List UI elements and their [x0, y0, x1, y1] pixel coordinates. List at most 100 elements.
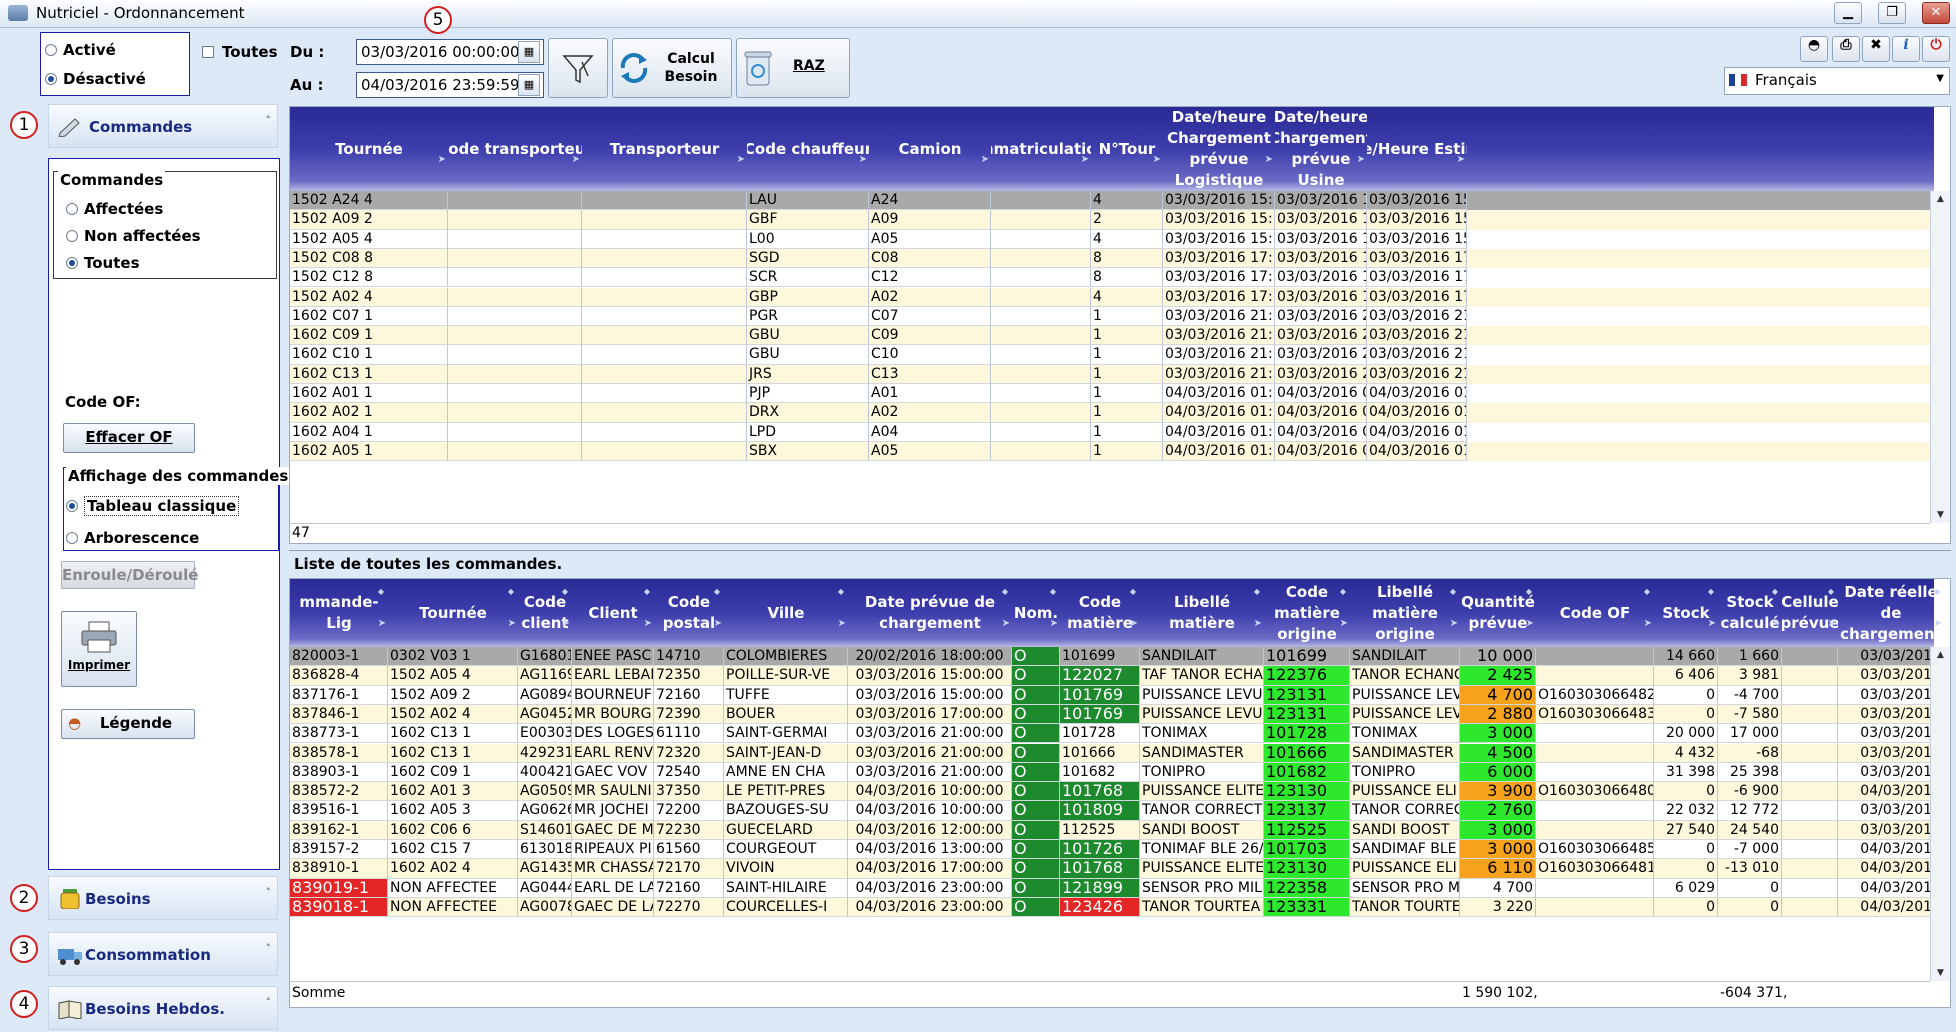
- power-icon[interactable]: ⏻: [1922, 36, 1950, 62]
- sort-icon[interactable]: ➤: [1153, 149, 1161, 170]
- table-row[interactable]: 838903-1 1602 C09 1 400421 GAEC VOV 72540 AMN…: [290, 762, 1944, 783]
- filter-marker-icon[interactable]: ◆: [1708, 581, 1714, 602]
- filter-marker-icon[interactable]: ◆: [1772, 581, 1778, 602]
- scroll-down-icon[interactable]: ▼: [1931, 507, 1950, 523]
- table-row[interactable]: 838773-1 1602 C13 1 E00303 DES LOGES 61110 SA…: [290, 724, 1944, 744]
- tours-header-col-4[interactable]: Camion ➤: [869, 107, 991, 191]
- filter-marker-icon[interactable]: ◆: [1254, 581, 1260, 602]
- table-row[interactable]: 839018-1 NON AFFECTEE AG0078 GAEC DE LA 7227…: [290, 897, 1944, 918]
- table-row[interactable]: 1602 A01 1 PJP A01 1 04/03/2016 01: 04/03/201…: [290, 384, 1930, 404]
- expand-chevron-icon[interactable]: ˄: [266, 996, 272, 1009]
- filter-marker-icon[interactable]: ◆: [1050, 581, 1056, 602]
- filter-marker-icon[interactable]: ◆: [1828, 581, 1834, 602]
- radio-toutes[interactable]: Toutes: [66, 254, 140, 272]
- expand-chevron-icon[interactable]: ˄: [266, 886, 272, 899]
- table-row[interactable]: 1502 A09 2 GBF A09 2 03/03/2016 15: 03/03/201…: [290, 210, 1930, 230]
- column-chooser-icon[interactable]: ▫: [1934, 603, 1942, 617]
- table-row[interactable]: 1502 A24 4 LAU A24 4 03/03/2016 15: 03/03/201…: [290, 191, 1930, 211]
- sort-icon[interactable]: ➤: [1450, 613, 1458, 634]
- calcul-besoin-button[interactable]: Calcul Besoin: [612, 38, 732, 98]
- filter-marker-icon[interactable]: ◆: [1340, 581, 1346, 602]
- table-row[interactable]: 820003-1 0302 V03 1 G16801 ENEE PASC 14710 CO…: [290, 647, 1944, 667]
- sort-icon[interactable]: ➤: [737, 149, 745, 170]
- tours-header-col-0[interactable]: Tournée ➤: [290, 107, 448, 191]
- orders-header-col-15[interactable]: Stock calculé ➤ ◆: [1718, 579, 1782, 647]
- filter-marker-icon[interactable]: ◆: [714, 581, 720, 602]
- sort-icon[interactable]: ➤: [378, 613, 386, 634]
- orders-header-col-10[interactable]: Code matière origine ➤ ◆: [1264, 579, 1350, 647]
- table-row[interactable]: 838572-2 1602 A01 3 AG0509 MR SAULNI 37350 LE…: [290, 782, 1944, 802]
- table-row[interactable]: 1602 C13 1 JRS C13 1 03/03/2016 21: 03/03/201…: [290, 364, 1930, 384]
- table-row[interactable]: 837176-1 1502 A09 2 AG0894 BOURNEUF 72160 TUF…: [290, 685, 1944, 705]
- radio-non-affectees[interactable]: Non affectées: [66, 227, 201, 245]
- orders-header-col-14[interactable]: Stock ➤ ◆: [1654, 579, 1718, 647]
- sort-icon[interactable]: ➤: [1644, 613, 1652, 634]
- table-row[interactable]: 838578-1 1602 C13 1 429231 EARL RENV 72320 SA…: [290, 743, 1944, 763]
- sort-icon[interactable]: ➤: [859, 149, 867, 170]
- panel-consommation-header[interactable]: Consommation ˄: [48, 932, 278, 976]
- filter-marker-icon[interactable]: ◆: [508, 581, 514, 602]
- sort-icon[interactable]: ➤: [1050, 613, 1058, 634]
- filter-marker-icon[interactable]: ◆: [1934, 581, 1940, 602]
- radio-active[interactable]: Activé: [45, 41, 116, 59]
- tours-header-col-8[interactable]: Date/heure Chargement prévue Usine➤: [1275, 107, 1367, 191]
- tools-icon[interactable]: ✖: [1862, 36, 1890, 62]
- sort-icon[interactable]: ➤: [438, 149, 446, 170]
- enroule-deroule-button[interactable]: Enroule/Déroulé: [61, 561, 198, 589]
- table-row[interactable]: 1502 C12 8 SCR C12 8 03/03/2016 17: 03/03/201…: [290, 268, 1930, 288]
- radio-affectees[interactable]: Affectées: [66, 200, 163, 218]
- maximize-button[interactable]: ❐: [1878, 2, 1906, 24]
- collapse-chevron-icon[interactable]: ˄: [266, 114, 272, 127]
- table-row[interactable]: 839019-1 NON AFFECTEE AG0444 EARL DE LA 7216…: [290, 878, 1944, 898]
- orders-header-col-7[interactable]: Nom. ➤ ◆: [1012, 579, 1060, 647]
- orders-header-col-0[interactable]: mmande-Lig ➤ ◆: [290, 579, 388, 647]
- imprimer-button[interactable]: Imprimer: [61, 611, 137, 687]
- filter-tool-button[interactable]: [548, 38, 608, 98]
- minimize-button[interactable]: ▁: [1834, 2, 1862, 24]
- table-row[interactable]: 1502 A02 4 GBP A02 4 03/03/2016 17: 03/03/201…: [290, 287, 1930, 307]
- expand-chevron-icon[interactable]: ˄: [266, 942, 272, 955]
- table-row[interactable]: 839516-1 1602 A05 3 AG0626 MR JOCHEI 72200 BA…: [290, 801, 1944, 821]
- radio-tableau-classique[interactable]: Tableau classique: [66, 496, 240, 516]
- orders-header-col-17[interactable]: Date réelle de chargement ➤ ◆: [1838, 579, 1944, 647]
- info-icon[interactable]: i: [1892, 36, 1920, 62]
- panel-besoins-hebdos-header[interactable]: Besoins Hebdos. ˄: [48, 986, 278, 1030]
- tours-header-col-1[interactable]: Code transporteur➤: [448, 107, 582, 191]
- filter-marker-icon[interactable]: ◆: [838, 581, 844, 602]
- tours-header-col-5[interactable]: mmatriculatior➤: [991, 107, 1091, 191]
- scroll-up-icon[interactable]: ▲: [1931, 647, 1950, 663]
- toutes-checkbox[interactable]: Toutes: [202, 43, 278, 61]
- filter-marker-icon[interactable]: ◆: [1130, 581, 1136, 602]
- sort-icon[interactable]: ➤: [1772, 613, 1780, 634]
- orders-header-col-5[interactable]: Ville ➤ ◆: [724, 579, 848, 647]
- table-row[interactable]: 1502 A05 4 L00 A05 4 03/03/2016 15: 03/03/201…: [290, 229, 1930, 249]
- orders-header-col-12[interactable]: Quantité prévue ➤ ◆: [1460, 579, 1536, 647]
- sort-icon[interactable]: ➤: [562, 613, 570, 634]
- tours-header-col-6[interactable]: N°Tour ➤: [1091, 107, 1163, 191]
- splitter[interactable]: [289, 550, 1951, 551]
- table-row[interactable]: 839162-1 1602 C06 6 S14601 GAEC DE M 72230 GU…: [290, 820, 1944, 840]
- palette-icon[interactable]: ◓: [1800, 36, 1828, 62]
- sort-icon[interactable]: ➤: [1002, 613, 1010, 634]
- table-row[interactable]: 838910-1 1602 A02 4 AG1435 MR CHASSA 72170 VI…: [290, 859, 1944, 879]
- sort-icon[interactable]: ➤: [644, 613, 652, 634]
- radio-inactive[interactable]: Désactivé: [45, 70, 146, 88]
- sort-icon[interactable]: ➤: [1081, 149, 1089, 170]
- scroll-down-icon[interactable]: ▼: [1931, 965, 1950, 981]
- orders-header-col-4[interactable]: Code postal ➤ ◆: [654, 579, 724, 647]
- filter-marker-icon[interactable]: ◆: [1644, 581, 1650, 602]
- language-select[interactable]: Français ▼: [1724, 67, 1950, 95]
- orders-scrollbar[interactable]: ▲ ▼: [1930, 647, 1950, 981]
- sort-icon[interactable]: ➤: [1340, 613, 1348, 634]
- table-row[interactable]: 839157-2 1602 C15 7 613018 RIPEAUX PI 61560 C…: [290, 840, 1944, 860]
- column-chooser-icon[interactable]: ▫: [1934, 135, 1942, 149]
- orders-header-col-6[interactable]: Date prévue de chargement ➤ ◆: [848, 579, 1012, 647]
- orders-header-col-13[interactable]: Code OF ➤ ◆: [1536, 579, 1654, 647]
- orders-header-col-1[interactable]: Tournée ➤ ◆: [388, 579, 518, 647]
- print-icon[interactable]: ⎙: [1832, 36, 1860, 62]
- table-row[interactable]: 1602 A05 1 SBX A05 1 04/03/2016 01: 04/03/201…: [290, 441, 1930, 462]
- filter-marker-icon[interactable]: ◆: [1450, 581, 1456, 602]
- radio-arborescence[interactable]: Arborescence: [66, 529, 199, 547]
- sort-icon[interactable]: ➤: [1526, 613, 1534, 634]
- table-row[interactable]: 837846-1 1502 A02 4 AG0452 MR BOURG 72390 BOU…: [290, 704, 1944, 725]
